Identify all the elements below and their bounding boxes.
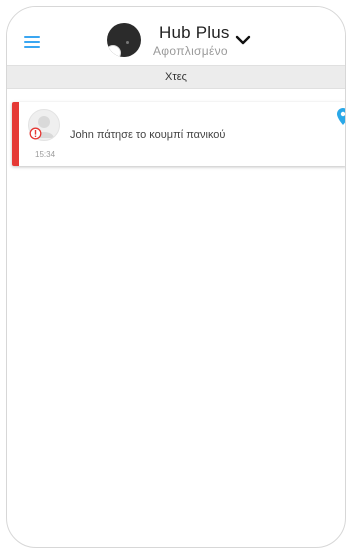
chevron-down-icon[interactable] (235, 34, 251, 46)
menu-icon[interactable] (24, 35, 40, 49)
alert-icon (29, 127, 42, 140)
app-header: Hub Plus Αφοπλισμένο (7, 7, 345, 65)
hub-name[interactable]: Hub Plus (159, 23, 230, 43)
hub-avatar[interactable] (107, 23, 141, 57)
date-section-header: Χτες (7, 65, 345, 89)
event-text: John πάτησε το κουμπί πανικού (70, 129, 226, 141)
location-pin-icon[interactable] (337, 108, 346, 126)
event-time: 15:34 (35, 150, 56, 159)
event-alarm-accent (12, 102, 19, 166)
hub-status: Αφοπλισμένο (153, 44, 228, 58)
phone-frame: Hub Plus Αφοπλισμένο Χτες John πάτησε το… (6, 6, 346, 548)
event-item[interactable]: John πάτησε το κουμπί πανικού 15:34 (12, 102, 346, 166)
